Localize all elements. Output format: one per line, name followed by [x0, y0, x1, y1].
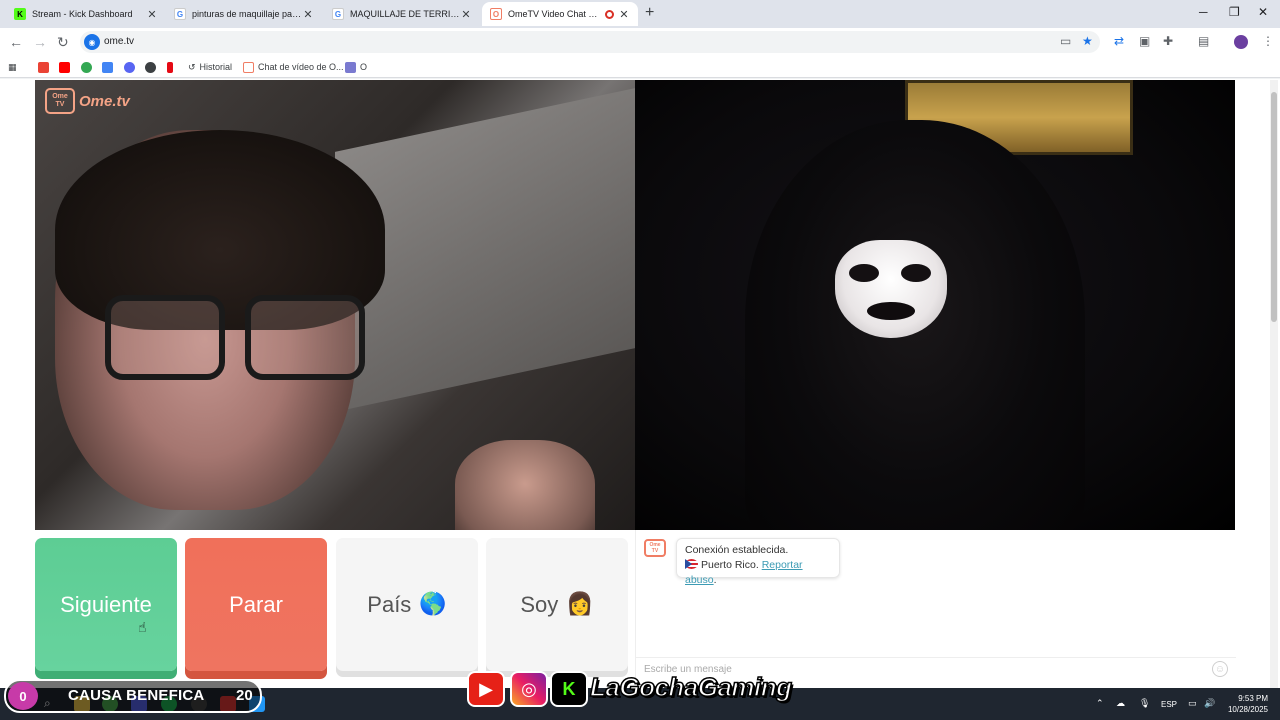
country-button[interactable]: País 🌎 [336, 538, 478, 671]
system-clock[interactable]: 9:53 PM 10/28/2025 [1222, 693, 1268, 715]
youtube-logo-icon: ▶ [467, 671, 505, 707]
tray-chevron-icon[interactable]: ⌃ [1096, 698, 1104, 709]
tab-maquillaje[interactable]: G MAQUILLAJE DE TERRIFIER - Bú ✕ [324, 2, 480, 26]
instagram-logo-icon: ◎ [510, 671, 548, 707]
partner-country: Puerto Rico. Reportar abuso. [685, 559, 803, 586]
close-icon[interactable]: ✕ [460, 8, 472, 21]
back-icon[interactable]: ← [9, 34, 23, 50]
clock-time: 9:53 PM [1238, 694, 1268, 703]
maps-icon[interactable] [81, 60, 96, 74]
recording-icon [605, 9, 614, 19]
ometv-logo-text: Ome.tv [79, 92, 130, 110]
cloud-icon[interactable]: ☁ [1116, 698, 1125, 709]
person-hand [455, 440, 595, 530]
chat-panel: Ome TV Conexión establecida. Puerto Rico.… [635, 530, 1236, 680]
globe-icon[interactable] [145, 60, 160, 74]
language-indicator[interactable]: ESP [1161, 700, 1177, 709]
clown-mask-face [835, 240, 947, 338]
cast-icon[interactable]: ▭ [1060, 34, 1071, 48]
person-face [55, 130, 385, 510]
streamer-handle: LaGochaGaming [589, 671, 793, 703]
tab-pinturas[interactable]: G pinturas de maquillaje para hal ✕ [166, 2, 322, 26]
microphone-icon[interactable]: 🎙 [1139, 698, 1150, 709]
browser-toolbar: ← → ↻ ◉ ome.tv ▭ ★ ⇄ ▣ ✚ ▤ ⋮ [0, 28, 1280, 56]
mask-mouth [867, 302, 915, 320]
page-scrollbar[interactable] [1270, 80, 1278, 688]
sidepanel-icon[interactable]: ▤ [1198, 34, 1209, 48]
connection-status: Conexión establecida. [685, 544, 789, 556]
forward-icon[interactable]: → [33, 34, 47, 50]
network-icon[interactable]: ▭ [1188, 698, 1197, 709]
google-icon: G [332, 8, 344, 20]
youtube-icon[interactable] [59, 60, 74, 74]
ometv-icon [243, 61, 254, 73]
profile-avatar[interactable] [1234, 35, 1248, 49]
globe-emoji-icon: 🌎 [419, 592, 447, 617]
puzzle-icon[interactable]: ✚ [1163, 34, 1173, 48]
ometv-logo: Ome TV Ome.tv [45, 88, 130, 114]
kick-icon: K [14, 8, 26, 20]
bookmark-historial[interactable]: ↺ Historial [188, 60, 232, 74]
site-info-icon[interactable]: ◉ [84, 34, 100, 50]
translate-icon[interactable]: ⇄ [1114, 34, 1124, 48]
ometv-page: Ome TV Ome.tv Siguiente Parar País 🌎 Soy 👩 … [0, 79, 1280, 689]
ometv-icon: O [490, 8, 502, 20]
charity-goal-overlay: 0 CAUSA BENEFICA 20 [4, 679, 262, 713]
bookmark-chat-video[interactable]: Chat de vídeo de O... [243, 60, 344, 74]
emoji-picker-icon[interactable]: ☺ [1212, 661, 1228, 677]
tab-title: OmeTV Video Chat — Ome [508, 9, 601, 19]
gender-button[interactable]: Soy 👩 [486, 538, 628, 671]
clock-date: 10/28/2025 [1227, 705, 1268, 714]
tab-kick-dashboard[interactable]: K Stream - Kick Dashboard ✕ [6, 2, 166, 26]
woman-emoji-icon: 👩 [566, 592, 594, 617]
volume-icon[interactable]: 🔊 [1204, 698, 1215, 709]
charity-goal: 20 [236, 687, 253, 704]
tab-title: MAQUILLAJE DE TERRIFIER - Bú [350, 9, 460, 19]
close-icon[interactable]: ✕ [146, 8, 158, 21]
gmail-icon[interactable] [38, 60, 53, 74]
bookmark-icon [345, 61, 356, 73]
stop-button[interactable]: Parar [185, 538, 327, 671]
menu-icon[interactable]: ⋮ [1262, 34, 1274, 48]
system-message: Conexión establecida. Puerto Rico. Repor… [676, 538, 840, 586]
history-icon: ↺ [188, 61, 196, 72]
translate-bookmark-icon[interactable] [102, 60, 117, 74]
hand-cursor-icon: ☝ [138, 619, 147, 635]
new-tab-button[interactable]: + [645, 4, 654, 22]
local-video: Ome TV Ome.tv [35, 80, 635, 530]
bookmark-star-icon[interactable]: ★ [1082, 34, 1093, 48]
url-text: ome.tv [104, 36, 135, 47]
mask-eye-left [849, 264, 879, 282]
netflix-icon[interactable] [167, 60, 177, 74]
extension-icon[interactable]: ▣ [1139, 34, 1150, 48]
close-icon[interactable]: ✕ [302, 8, 314, 21]
minimize-icon[interactable]: ─ [1199, 5, 1208, 19]
charity-label: CAUSA BENEFICA [68, 687, 205, 704]
kick-logo-icon: K [550, 671, 588, 707]
tab-ometv[interactable]: O OmeTV Video Chat — Ome ✕ [482, 2, 638, 26]
mask-eye-right [901, 264, 931, 282]
remote-video [635, 80, 1235, 530]
tab-title: pinturas de maquillaje para hal [192, 9, 302, 19]
apps-icon[interactable]: ▦ [8, 60, 17, 74]
ometv-logo-icon: Ome TV [45, 88, 75, 114]
restore-icon[interactable]: ❐ [1229, 5, 1240, 19]
close-window-icon[interactable]: ✕ [1258, 5, 1268, 19]
reload-icon[interactable]: ↻ [57, 34, 69, 51]
bookmarks-bar: ▦ ↺ Historial Chat de vídeo de O... O [0, 56, 1280, 78]
close-icon[interactable]: ✕ [618, 8, 630, 21]
discord-icon[interactable] [124, 60, 139, 74]
tab-title: Stream - Kick Dashboard [32, 9, 133, 19]
tab-strip: K Stream - Kick Dashboard ✕ G pinturas d… [0, 0, 1280, 28]
google-icon: G [174, 8, 186, 20]
charity-counter: 0 [8, 682, 38, 710]
ometv-chat-icon: Ome TV [644, 539, 666, 557]
next-button[interactable]: Siguiente [35, 538, 177, 671]
address-bar[interactable]: ◉ ome.tv [80, 31, 1100, 53]
scrollbar-thumb[interactable] [1271, 92, 1277, 322]
puerto-rico-flag-icon [685, 559, 698, 569]
person-glasses [105, 295, 375, 385]
bookmark-o[interactable]: O [345, 60, 367, 74]
